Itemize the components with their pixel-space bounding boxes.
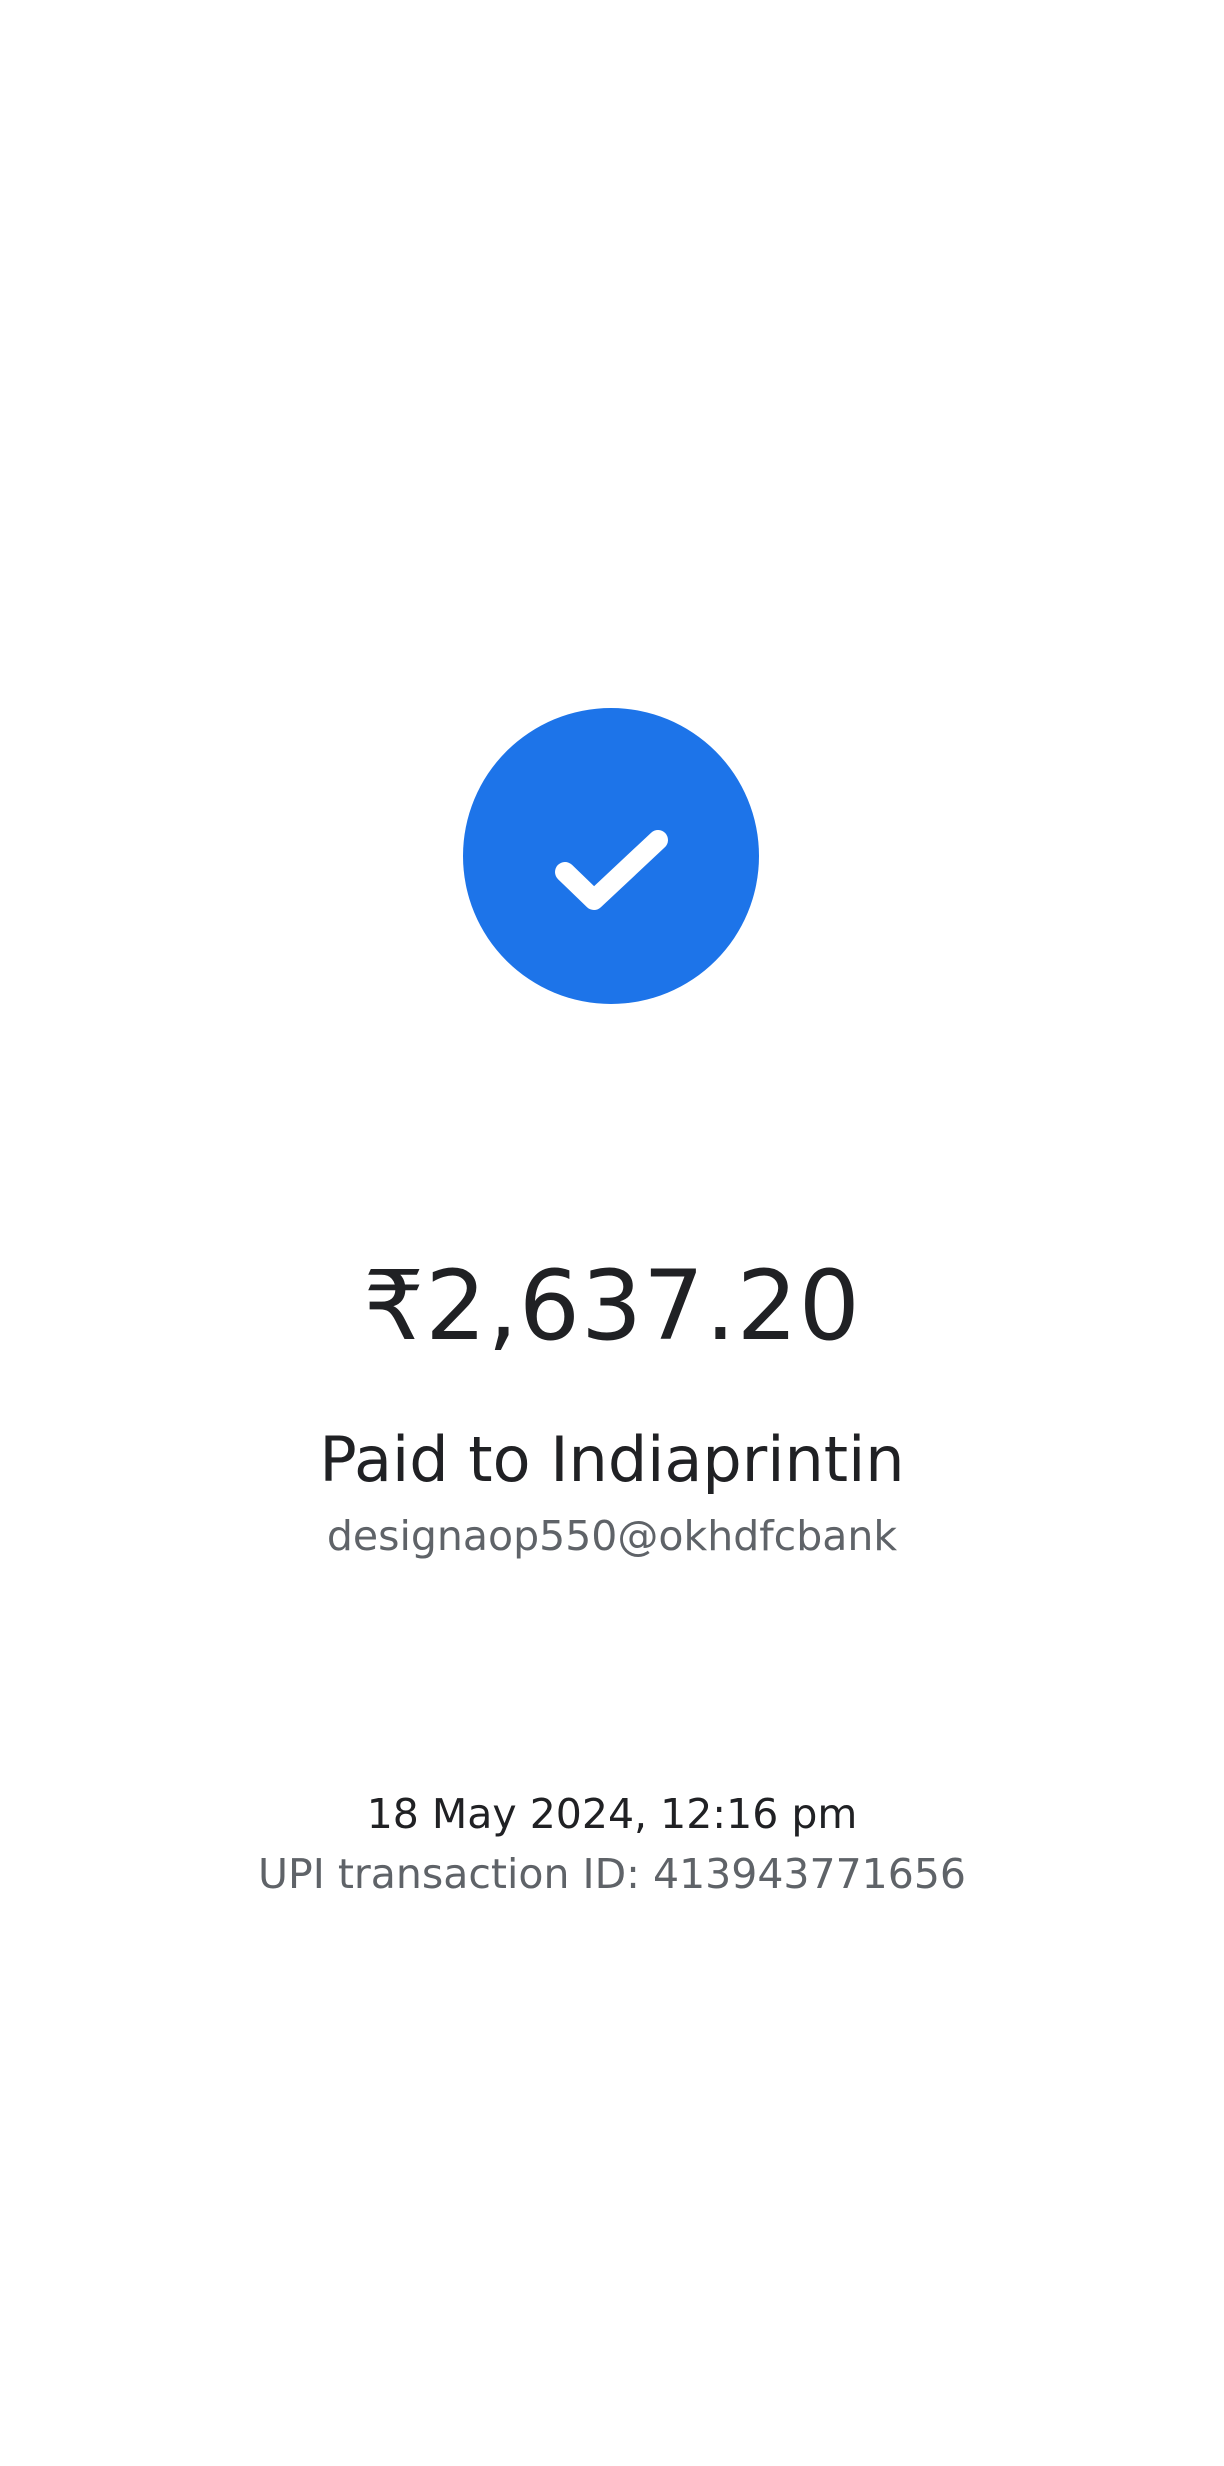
- check-icon: [555, 830, 668, 910]
- payment-success-badge: [463, 708, 759, 1004]
- payment-datetime: 18 May 2024, 12:16 pm: [366, 1790, 858, 1838]
- payee-name: Paid to Indiaprintin: [319, 1423, 905, 1496]
- upi-transaction-id: UPI transaction ID: 413943771656: [257, 1850, 967, 1898]
- payee-upi-id: designaop550@okhdfcbank: [326, 1512, 898, 1560]
- payment-amount: ₹2,637.20: [363, 1250, 861, 1362]
